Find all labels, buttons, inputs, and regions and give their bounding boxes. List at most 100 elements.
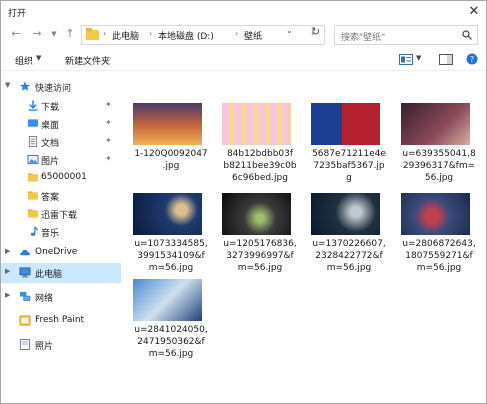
address-row: ← → ▼ ↑ › 此电脑 › 本地磁盘 (D:) › 壁纸 › ⌄ ↻ 搜索"… <box>1 23 486 47</box>
sidebar-item-label: 此电脑 <box>35 270 63 280</box>
new-folder-button[interactable]: 新建文件夹 <box>65 54 110 67</box>
view-options-icon[interactable] <box>399 54 413 65</box>
image-thumbnail <box>311 103 380 145</box>
sidebar-item-desktop[interactable]: 桌面 ✦ <box>1 114 121 134</box>
file-name: u=1370226607, 2328422772&f m=56.jpg <box>312 239 386 273</box>
window-title: 打开 <box>8 9 27 19</box>
folder-icon <box>86 28 99 40</box>
image-thumbnail <box>401 103 470 145</box>
sidebar-item-music[interactable]: 音乐 <box>1 222 121 242</box>
sidebar-item-label: OneDrive <box>35 247 78 257</box>
file-open-dialog: 打开 ✕ ← → ▼ ↑ › 此电脑 › 本地磁盘 (D:) › 壁纸 › ⌄ … <box>0 0 487 404</box>
organize-chevron-down-icon: ▼ <box>36 54 42 62</box>
sidebar-item-documents[interactable]: 文档 ✦ <box>1 132 121 152</box>
image-thumbnail <box>222 103 291 145</box>
close-button[interactable]: ✕ <box>466 4 482 20</box>
file-list: 1-120Q0092047 .jpg 84b12bdbb03f b8211bee39… <box>125 73 486 403</box>
cloud-icon <box>20 249 30 256</box>
sidebar-item-pictures[interactable]: 图片 ✦ <box>1 150 121 170</box>
file-name: u=2841024050, 2471950362&f m=56.jpg <box>134 325 208 359</box>
file-name: 5687e71211e4e 7235baf5367.jp g <box>312 149 386 183</box>
folder-icon <box>27 209 39 218</box>
sidebar-item-this-pc[interactable]: ▶ 此电脑 <box>1 263 121 283</box>
sidebar-item-folder-xunlei[interactable]: 迅雷下载 <box>1 204 121 224</box>
file-name: u=1073334585, 3991534109&f m=56.jpg <box>134 239 208 273</box>
up-arrow-icon[interactable]: ↑ <box>63 27 77 41</box>
sidebar-item-label: 答案 <box>41 193 60 203</box>
picture-icon <box>27 154 39 165</box>
toolbar: 组织 ▼ 新建文件夹 ▼ ? <box>1 49 486 71</box>
expand-chevron-icon[interactable]: ▶ <box>5 267 10 275</box>
recent-locations-chevron-icon[interactable]: ▼ <box>47 27 61 41</box>
sidebar-item-label: 桌面 <box>41 121 60 131</box>
sidebar-item-label: 音乐 <box>41 229 60 239</box>
svg-text:?: ? <box>470 55 474 64</box>
breadcrumb-this-pc[interactable]: 此电脑 <box>112 29 139 42</box>
organize-button[interactable]: 组织 <box>15 54 33 67</box>
refresh-icon[interactable]: ↻ <box>311 25 320 38</box>
address-dropdown-icon[interactable]: ⌄ <box>286 26 293 35</box>
sidebar-item-folder-65000001[interactable]: 65000001 <box>1 168 121 188</box>
image-thumbnail <box>133 279 202 321</box>
image-thumbnail <box>133 193 202 235</box>
pin-icon[interactable]: ✦ <box>105 154 112 163</box>
pin-icon[interactable]: ✦ <box>105 100 112 109</box>
forward-arrow-icon[interactable]: → <box>30 27 44 41</box>
image-thumbnail <box>133 103 202 145</box>
desktop-icon <box>27 119 39 127</box>
music-icon <box>30 226 38 236</box>
sidebar-item-label: 下载 <box>41 103 60 113</box>
photos-icon <box>19 339 31 350</box>
expand-chevron-icon[interactable]: ▼ <box>5 81 10 89</box>
file-name: u=2806872643, 1807559271&f m=56.jpg <box>402 239 476 273</box>
file-name: 1-120Q0092047 .jpg <box>134 149 208 171</box>
sidebar-item-label: 照片 <box>35 342 54 352</box>
sidebar-item-label: 网络 <box>35 294 54 304</box>
pin-icon[interactable]: ✦ <box>105 118 112 127</box>
search-placeholder: 搜索"壁纸" <box>341 33 386 43</box>
file-name: u=639355041,8 29396317&fm= 56.jpg <box>402 149 476 183</box>
folder-icon <box>27 173 39 182</box>
sidebar-item-label: 图片 <box>41 157 60 167</box>
file-name: 84b12bdbb03f b8211bee39c0b 6c96bed.jpg <box>223 149 297 183</box>
navigation-pane: ▼ 快速访问 下载 ✦ 桌面 ✦ 文档 ✦ 图片 ✦ 65000001 答案 迅… <box>1 73 123 403</box>
title-bar: 打开 ✕ <box>1 1 486 23</box>
image-thumbnail <box>401 193 470 235</box>
sidebar-item-label: 文档 <box>41 139 60 149</box>
sidebar-item-label: 65000001 <box>41 172 87 182</box>
sidebar-item-network[interactable]: ▶ 网络 <box>1 287 121 307</box>
breadcrumb-separator-icon: › <box>149 29 153 38</box>
document-icon <box>28 136 38 147</box>
image-thumbnail <box>311 193 380 235</box>
help-icon[interactable]: ? <box>466 53 478 65</box>
breadcrumb-local-disk[interactable]: 本地磁盘 (D:) <box>158 29 214 42</box>
back-arrow-icon[interactable]: ← <box>9 27 23 41</box>
breadcrumb-separator-icon: › <box>235 29 239 38</box>
sidebar-item-quick-access[interactable]: ▼ 快速访问 <box>1 77 121 97</box>
sidebar-item-label: 快速访问 <box>35 84 72 94</box>
file-name: u=1205176836, 3273996997&f m=56.jpg <box>223 239 297 273</box>
app-icon <box>19 315 31 326</box>
expand-chevron-icon[interactable]: ▶ <box>5 291 10 299</box>
folder-icon <box>27 191 39 200</box>
sidebar-item-fresh-paint[interactable]: Fresh Paint <box>1 311 121 331</box>
image-thumbnail <box>222 193 291 235</box>
preview-pane-icon[interactable] <box>439 54 453 65</box>
star-icon <box>19 81 31 91</box>
sidebar-item-onedrive[interactable]: ▶ OneDrive <box>1 243 121 263</box>
search-icon <box>462 30 472 40</box>
computer-icon <box>19 267 31 278</box>
breadcrumb-wallpaper[interactable]: 壁纸 <box>244 29 262 42</box>
sidebar-item-label: 迅雷下载 <box>41 211 78 221</box>
download-icon <box>28 100 38 111</box>
sidebar-item-downloads[interactable]: 下载 ✦ <box>1 96 121 116</box>
expand-chevron-icon[interactable]: ▶ <box>5 247 10 255</box>
search-input[interactable]: 搜索"壁纸" <box>334 25 478 45</box>
sidebar-item-folder-answers[interactable]: 答案 <box>1 186 121 206</box>
pin-icon[interactable]: ✦ <box>105 136 112 145</box>
sidebar-item-photos[interactable]: 照片 <box>1 335 121 355</box>
network-icon <box>19 291 31 301</box>
view-chevron-down-icon[interactable]: ▼ <box>416 54 421 62</box>
breadcrumb-separator-icon: › <box>103 29 107 38</box>
sidebar-item-label: Fresh Paint <box>35 315 85 325</box>
